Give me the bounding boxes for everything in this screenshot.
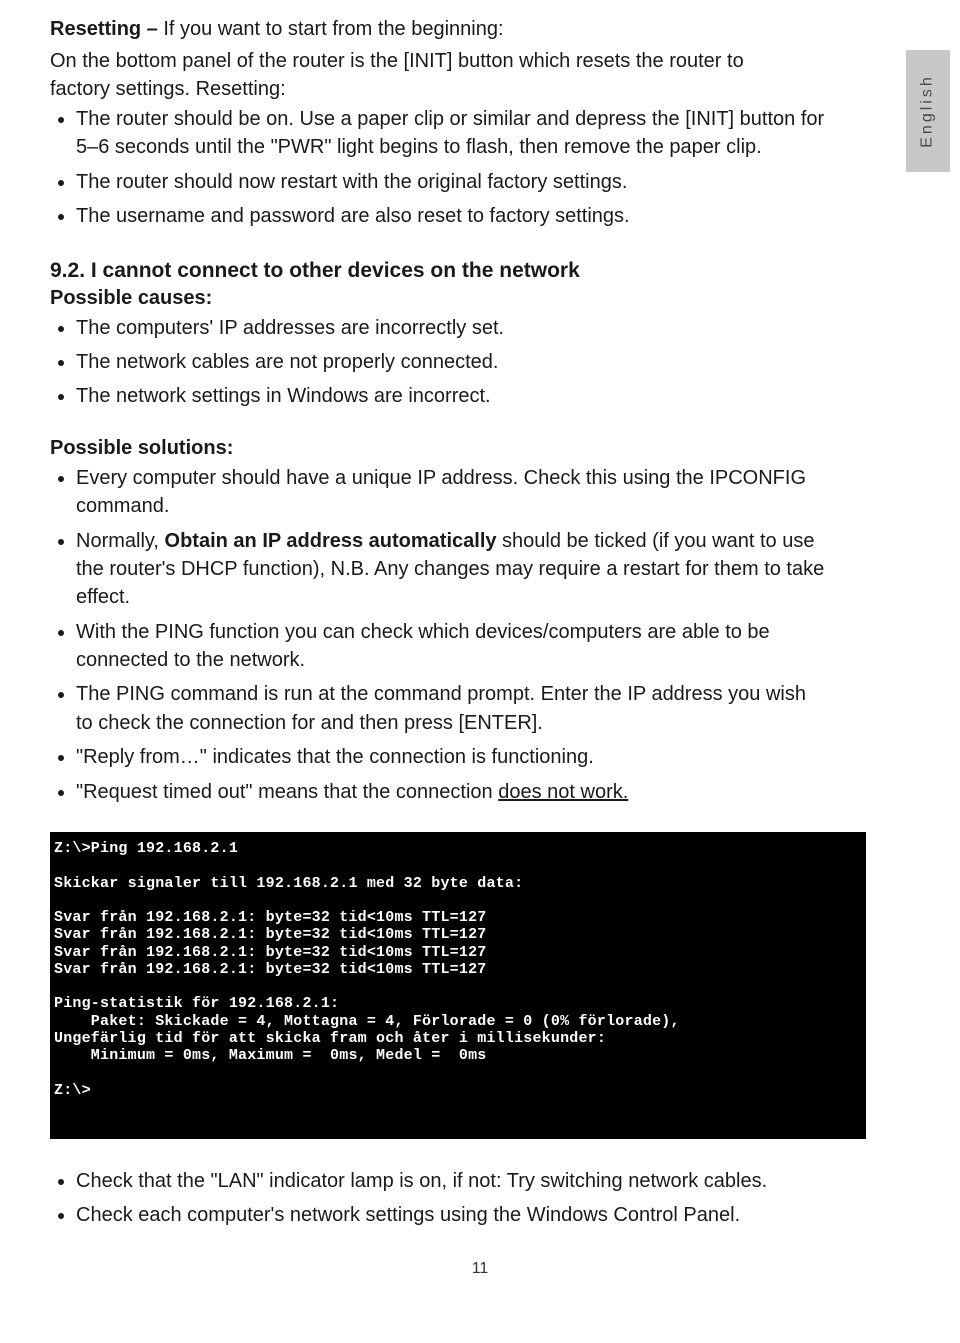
list-item: The computers' IP addresses are incorrec… — [76, 314, 826, 342]
list-item: "Request timed out" means that the conne… — [76, 778, 826, 806]
list-item: Normally, Obtain an IP address automatic… — [76, 527, 826, 612]
list-item: The network cables are not properly conn… — [76, 348, 826, 376]
resetting-heading: Resetting – If you want to start from th… — [50, 18, 910, 41]
list-item: The PING command is run at the command p… — [76, 680, 826, 737]
text-fragment: "Request timed out" means that the conne… — [76, 781, 498, 803]
list-item: Every computer should have a unique IP a… — [76, 464, 826, 521]
possible-solutions-list: Every computer should have a unique IP a… — [50, 464, 826, 806]
text-fragment: Normally, — [76, 530, 165, 552]
language-tab: English — [906, 50, 950, 172]
list-item: "Reply from…" indicates that the connect… — [76, 743, 826, 771]
list-item: Check that the "LAN" indicator lamp is o… — [76, 1167, 826, 1195]
post-terminal-list: Check that the "LAN" indicator lamp is o… — [50, 1167, 826, 1230]
resetting-steps-list: The router should be on. Use a paper cli… — [50, 105, 826, 231]
list-item: With the PING function you can check whi… — [76, 618, 826, 675]
possible-solutions-label: Possible solutions: — [50, 437, 910, 460]
possible-causes-list: The computers' IP addresses are incorrec… — [50, 314, 826, 411]
terminal-output: Z:\>Ping 192.168.2.1 Skickar signaler ti… — [50, 832, 866, 1139]
text-fragment-underline: does not work. — [498, 781, 628, 803]
resetting-intro-text: On the bottom panel of the router is the… — [50, 47, 770, 103]
list-item: Check each computer's network settings u… — [76, 1201, 826, 1229]
list-item: The network settings in Windows are inco… — [76, 382, 826, 410]
resetting-heading-bold: Resetting – — [50, 18, 163, 40]
list-item: The router should now restart with the o… — [76, 168, 826, 196]
language-tab-label: English — [919, 74, 937, 147]
list-item: The router should be on. Use a paper cli… — [76, 105, 826, 162]
resetting-heading-rest: If you want to start from the beginning: — [163, 18, 503, 40]
possible-causes-label: Possible causes: — [50, 287, 910, 310]
section-heading: 9.2. I cannot connect to other devices o… — [50, 259, 910, 283]
text-fragment-bold: Obtain an IP address automatically — [165, 530, 497, 552]
page-number: 11 — [50, 1260, 910, 1278]
list-item: The username and password are also reset… — [76, 202, 826, 230]
